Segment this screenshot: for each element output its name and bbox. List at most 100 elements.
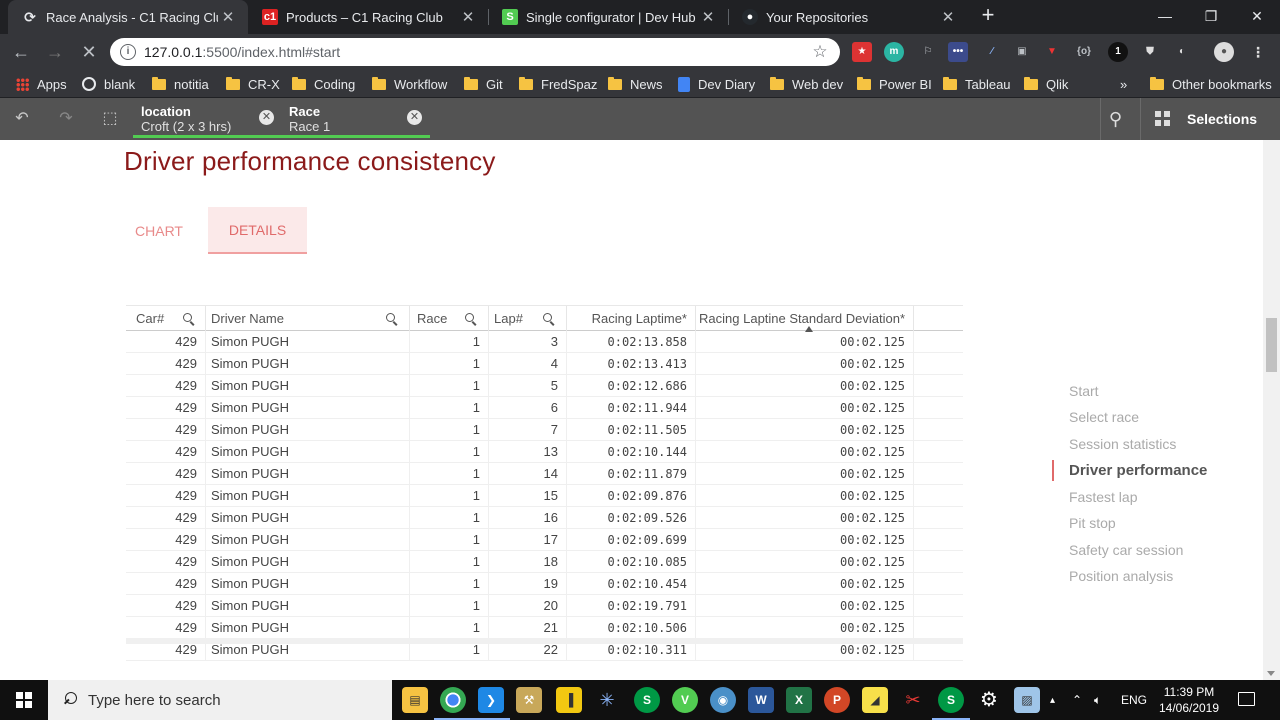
cell-driver-name[interactable]: Simon PUGH (206, 617, 410, 639)
cell-lap[interactable]: 19 (489, 573, 567, 595)
qlikview-icon[interactable]: V (672, 687, 698, 713)
bookmark-git[interactable]: Git (464, 74, 503, 94)
cell-driver-name[interactable]: Simon PUGH (206, 595, 410, 617)
cell-car[interactable]: 429 (126, 617, 206, 639)
cell-car[interactable]: 429 (126, 419, 206, 441)
extension-icon[interactable]: ⚐ (918, 42, 938, 62)
taskbar-search-box[interactable]: Type here to search (48, 680, 392, 720)
cell-race[interactable]: 1 (410, 573, 489, 595)
cell-laptime-std-dev[interactable]: 00:02.125 (696, 595, 914, 617)
cell-driver-name[interactable]: Simon PUGH (206, 485, 410, 507)
extension-icon[interactable]: ⛊ (1140, 42, 1160, 62)
menu-icon[interactable]: ⋮ (1248, 42, 1268, 62)
browser-tab-dev-hub[interactable]: S Single configurator | Dev Hub ✕ (488, 0, 728, 34)
chrome-icon[interactable] (434, 687, 472, 720)
cell-car[interactable]: 429 (126, 441, 206, 463)
cell-lap[interactable]: 4 (489, 353, 567, 375)
info-icon[interactable]: i (120, 44, 136, 60)
cell-driver-name[interactable]: Simon PUGH (206, 441, 410, 463)
cell-racing-laptime[interactable]: 0:02:19.791 (567, 595, 696, 617)
column-header-driver-name[interactable]: Driver Name (206, 306, 410, 332)
volume-icon[interactable]: 🔈︎ (1094, 680, 1101, 720)
cell-driver-name[interactable]: Simon PUGH (206, 463, 410, 485)
nav-item[interactable]: Pit stop (1069, 515, 1116, 531)
file-explorer-icon[interactable]: ▤ (402, 687, 428, 713)
extension-icon[interactable]: 1 (1108, 42, 1128, 62)
step-back-icon[interactable]: ↶ (10, 107, 34, 131)
bookmarks-overflow-button[interactable]: » (1120, 74, 1127, 94)
cell-driver-name[interactable]: Simon PUGH (206, 573, 410, 595)
table-row[interactable]: 429 Simon PUGH 1 14 0:02:11.879 00:02.125 (126, 463, 963, 485)
search-icon[interactable] (386, 313, 398, 325)
notifications-icon[interactable] (1238, 692, 1255, 706)
horizontal-scrollbar[interactable] (126, 638, 963, 644)
bookmark-apps[interactable]: Apps (16, 74, 67, 94)
bookmark-tableau[interactable]: Tableau (943, 74, 1011, 94)
cell-race[interactable]: 1 (410, 529, 489, 551)
cell-driver-name[interactable]: Simon PUGH (206, 353, 410, 375)
cell-race[interactable]: 1 (410, 331, 489, 353)
cell-laptime-std-dev[interactable]: 00:02.125 (696, 397, 914, 419)
cell-laptime-std-dev[interactable]: 00:02.125 (696, 551, 914, 573)
cell-race[interactable]: 1 (410, 485, 489, 507)
cell-driver-name[interactable]: Simon PUGH (206, 529, 410, 551)
cell-laptime-std-dev[interactable]: 00:02.125 (696, 441, 914, 463)
cell-racing-laptime[interactable]: 0:02:12.686 (567, 375, 696, 397)
cell-race[interactable]: 1 (410, 507, 489, 529)
search-icon[interactable] (183, 313, 195, 325)
tray-scroll-icon[interactable]: ▴ (1050, 680, 1064, 720)
cell-race[interactable]: 1 (410, 419, 489, 441)
qlik-sense-desktop-icon[interactable]: S (932, 687, 970, 720)
cell-car[interactable]: 429 (126, 331, 206, 353)
cell-laptime-std-dev[interactable]: 00:02.125 (696, 507, 914, 529)
extension-icon[interactable]: m (884, 42, 904, 62)
search-icon[interactable]: ⚲ (1100, 98, 1130, 140)
nav-item[interactable]: Position analysis (1069, 568, 1173, 584)
cell-racing-laptime[interactable]: 0:02:13.858 (567, 331, 696, 353)
cell-race[interactable]: 1 (410, 353, 489, 375)
new-tab-button[interactable]: + (976, 4, 1000, 28)
cell-car[interactable]: 429 (126, 397, 206, 419)
browser-tab-race-analysis[interactable]: ⟳ Race Analysis - C1 Racing Club ✕ (8, 0, 248, 34)
cell-race[interactable]: 1 (410, 551, 489, 573)
table-row[interactable]: 429 Simon PUGH 1 16 0:02:09.526 00:02.125 (126, 507, 963, 529)
word-icon[interactable]: W (748, 687, 774, 713)
cell-racing-laptime[interactable]: 0:02:11.505 (567, 419, 696, 441)
column-header-car[interactable]: Car# (126, 306, 206, 332)
cell-driver-name[interactable]: Simon PUGH (206, 375, 410, 397)
bookmark-power-bi[interactable]: Power BI (857, 74, 932, 94)
bookmark-coding[interactable]: Coding (292, 74, 355, 94)
bookmark-crx[interactable]: CR-X (226, 74, 280, 94)
nav-item[interactable]: Start (1069, 383, 1099, 399)
nav-item[interactable]: Driver performance (1069, 462, 1207, 479)
cell-driver-name[interactable]: Simon PUGH (206, 331, 410, 353)
bookmark-notitia[interactable]: notitia (152, 74, 209, 94)
qlik-sense-icon[interactable]: S (634, 687, 660, 713)
cell-car[interactable]: 429 (126, 529, 206, 551)
search-icon[interactable] (543, 313, 555, 325)
step-forward-icon[interactable]: ↷ (54, 107, 78, 131)
cell-car[interactable]: 429 (126, 573, 206, 595)
selection-chip-location[interactable]: location Croft (2 x 3 hrs) ✕ (133, 101, 282, 138)
cell-laptime-std-dev[interactable]: 00:02.125 (696, 419, 914, 441)
scrollbar-thumb[interactable] (1266, 318, 1277, 372)
show-hidden-icons[interactable]: ⌃ (1072, 680, 1082, 720)
cell-laptime-std-dev[interactable]: 00:02.125 (696, 353, 914, 375)
table-row[interactable]: 429 Simon PUGH 1 20 0:02:19.791 00:02.125 (126, 595, 963, 617)
cell-race[interactable]: 1 (410, 463, 489, 485)
cell-racing-laptime[interactable]: 0:02:11.944 (567, 397, 696, 419)
table-row[interactable]: 429 Simon PUGH 1 15 0:02:09.876 00:02.125 (126, 485, 963, 507)
cell-race[interactable]: 1 (410, 441, 489, 463)
cell-laptime-std-dev[interactable]: 00:02.125 (696, 463, 914, 485)
browser-tab-repositories[interactable]: ● Your Repositories ✕ (728, 0, 968, 34)
cell-race[interactable]: 1 (410, 595, 489, 617)
extension-icon[interactable]: ◐ (1172, 42, 1192, 62)
selection-chip-race[interactable]: Race Race 1 ✕ (281, 101, 430, 138)
nav-item[interactable]: Safety car session (1069, 542, 1183, 558)
cell-lap[interactable]: 18 (489, 551, 567, 573)
bookmark-news[interactable]: News (608, 74, 663, 94)
nav-item[interactable]: Session statistics (1069, 436, 1176, 452)
browser-tab-products[interactable]: c1 Products – C1 Racing Club ✕ (248, 0, 488, 34)
cell-race[interactable]: 1 (410, 397, 489, 419)
close-icon[interactable]: ✕ (259, 110, 274, 125)
